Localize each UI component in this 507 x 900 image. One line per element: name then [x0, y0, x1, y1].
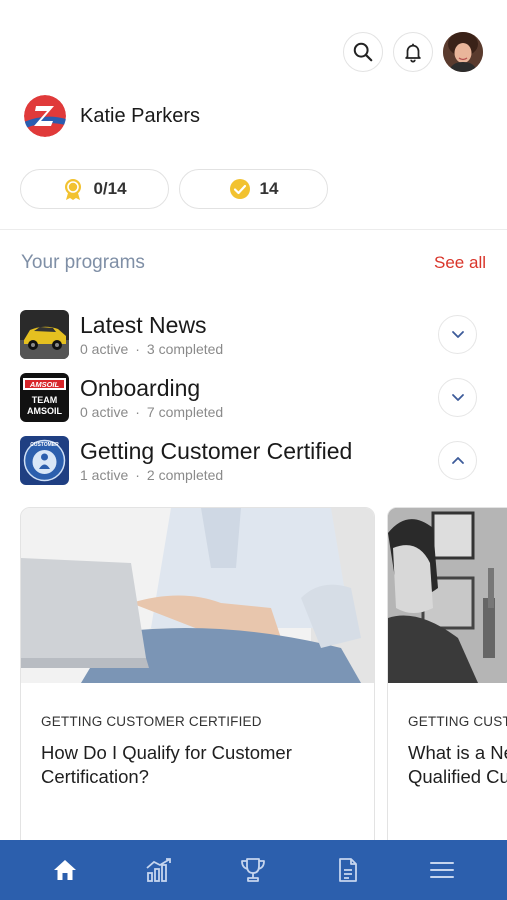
certified-logo-text: CUSTOMER	[30, 442, 59, 448]
search-button[interactable]	[343, 32, 383, 72]
card-image	[388, 508, 507, 683]
chevron-up-icon	[451, 456, 464, 464]
user-avatar-icon	[443, 32, 483, 72]
program-item-getting-customer-certified[interactable]: CUSTOMER Getting Customer Certified 1 ac…	[20, 435, 477, 485]
bottom-navigation	[0, 840, 507, 900]
program-name: Latest News	[80, 311, 207, 338]
card-category: GETTING CUSTOMER CERTIFIED	[408, 714, 507, 729]
bell-icon	[405, 43, 421, 63]
program-thumb-onboarding: AMSOIL TEAM AMSOIL	[20, 372, 69, 422]
chart-icon	[146, 858, 172, 882]
divider	[0, 229, 507, 230]
program-meta: 0 active · 7 completed	[80, 404, 438, 420]
dot-separator: ·	[135, 403, 140, 420]
course-card[interactable]: GETTING CUSTOMER CERTIFIED What is a New…	[387, 507, 507, 840]
program-active: 0 active	[80, 340, 129, 357]
program-meta: 1 active · 2 completed	[80, 467, 438, 483]
program-text: Latest News 0 active · 3 completed	[80, 312, 438, 357]
program-completed: 7 completed	[146, 403, 224, 420]
badges-count: 0/14	[93, 179, 127, 198]
program-completed: 2 completed	[146, 466, 224, 483]
laptop-person-image	[21, 508, 374, 683]
program-active: 0 active	[80, 403, 129, 420]
program-text: Getting Customer Certified 1 active · 2 co…	[80, 438, 438, 483]
search-icon	[353, 42, 373, 62]
nav-documents[interactable]	[323, 847, 373, 893]
card-title: How Do I Qualify for Customer Certificat…	[41, 742, 292, 787]
check-circle-icon	[229, 179, 250, 199]
medal-icon	[65, 179, 82, 200]
certified-badge-image: CUSTOMER	[20, 435, 69, 485]
program-name: Onboarding	[80, 374, 201, 401]
program-meta: 0 active · 3 completed	[80, 341, 438, 357]
notifications-button[interactable]	[393, 32, 433, 72]
card-category: GETTING CUSTOMER CERTIFIED	[41, 714, 262, 729]
chevron-down-icon	[451, 393, 464, 401]
nav-achievements[interactable]	[228, 847, 278, 893]
man-in-office-image	[388, 508, 507, 683]
card-image	[21, 508, 374, 683]
completed-count: 14	[259, 179, 279, 198]
home-icon	[54, 860, 77, 880]
dot-separator: ·	[135, 340, 140, 357]
expand-button[interactable]	[438, 314, 477, 354]
programs-section-title: Your programs	[21, 252, 145, 273]
onboarding-logo-team: TEAM	[32, 395, 58, 405]
program-completed: 3 completed	[146, 340, 224, 357]
card-title-line1: What is a New	[408, 742, 507, 763]
brand-logo	[24, 95, 66, 137]
course-cards-carousel[interactable]: GETTING CUSTOMER CERTIFIED How Do I Qual…	[20, 507, 507, 840]
completed-pill[interactable]: 14	[179, 169, 328, 209]
onboarding-logo-brand: AMSOIL	[29, 380, 60, 389]
top-bar	[343, 32, 483, 72]
onboarding-logo-amsoil: AMSOIL	[27, 406, 63, 416]
program-thumb-latest-news	[20, 309, 69, 359]
trophy-icon	[241, 858, 266, 882]
race-car-image	[20, 309, 69, 359]
team-amsoil-logo-image: AMSOIL TEAM AMSOIL	[20, 372, 69, 422]
card-title: What is a New Qualified Customer?	[408, 741, 507, 789]
chevron-down-icon	[451, 330, 464, 338]
document-icon	[338, 858, 357, 882]
nav-stats[interactable]	[134, 847, 184, 893]
menu-icon	[429, 862, 454, 878]
dot-separator: ·	[135, 466, 140, 483]
course-card[interactable]: GETTING CUSTOMER CERTIFIED How Do I Qual…	[20, 507, 375, 840]
badges-pill[interactable]: 0/14	[20, 169, 169, 209]
see-all-link[interactable]: See all	[434, 253, 486, 273]
expand-button[interactable]	[438, 377, 477, 417]
avatar[interactable]	[443, 32, 483, 72]
program-name: Getting Customer Certified	[80, 437, 353, 464]
profile-name: Katie Parkers	[80, 104, 201, 127]
program-item-onboarding[interactable]: AMSOIL TEAM AMSOIL Onboarding 0 active · 7…	[20, 372, 477, 422]
zip-logo-icon	[24, 95, 66, 137]
collapse-button[interactable]	[438, 440, 477, 480]
program-active: 1 active	[80, 466, 129, 483]
stats-row: 0/14 14	[20, 169, 328, 209]
program-item-latest-news[interactable]: Latest News 0 active · 3 completed	[20, 309, 477, 359]
program-thumb-certified: CUSTOMER	[20, 435, 69, 485]
nav-home[interactable]	[40, 847, 90, 893]
nav-menu[interactable]	[417, 847, 467, 893]
program-text: Onboarding 0 active · 7 completed	[80, 375, 438, 420]
profile-header: Katie Parkers	[24, 95, 200, 137]
card-title-line2: Qualified Customer?	[408, 766, 507, 787]
